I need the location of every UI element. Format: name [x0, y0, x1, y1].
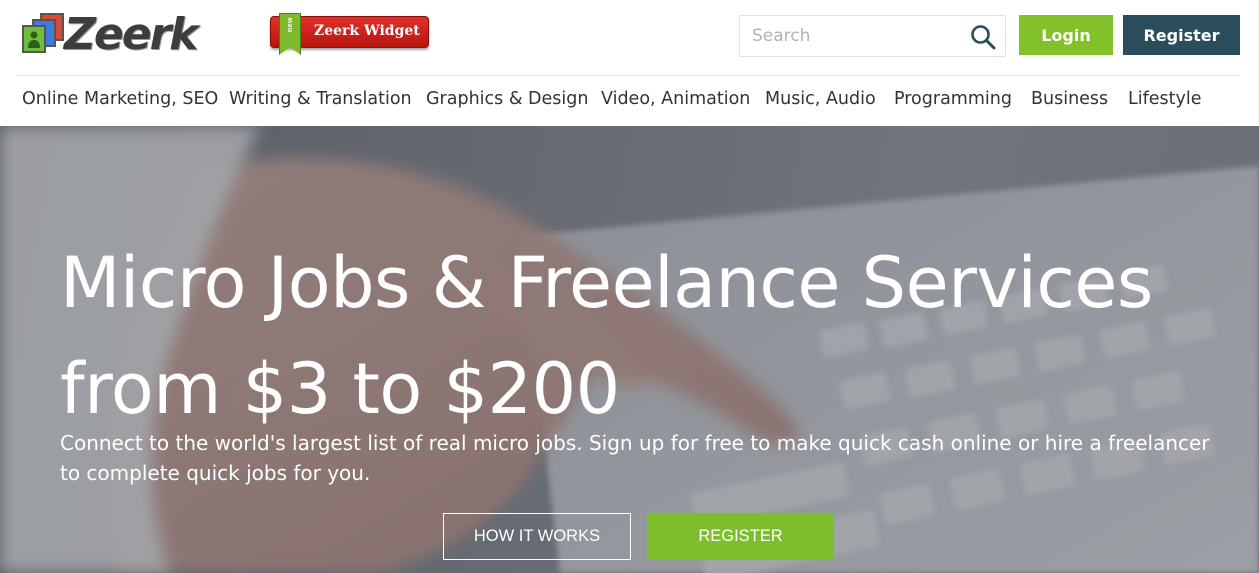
widget-label: Zeerk Widget — [314, 23, 420, 39]
new-ribbon-icon: new — [279, 13, 301, 55]
search-icon[interactable] — [970, 24, 996, 50]
nav-item-music-audio[interactable]: Music, Audio — [765, 89, 876, 109]
logo-text: Zeerk — [64, 9, 199, 60]
nav-item-online-marketing-seo[interactable]: Online Marketing, SEO — [22, 89, 218, 109]
search-box — [739, 15, 1006, 57]
zeerk-widget-badge[interactable]: new Zeerk Widget — [270, 13, 429, 55]
nav-item-programming[interactable]: Programming — [894, 89, 1012, 109]
search-input[interactable] — [740, 16, 960, 56]
nav-item-graphics-design[interactable]: Graphics & Design — [426, 89, 588, 109]
nav-item-video-animation[interactable]: Video, Animation — [601, 89, 750, 109]
hero-subtitle: Connect to the world's largest list of r… — [60, 431, 1210, 485]
hero-title: Micro Jobs & Freelance Services from $3 … — [60, 230, 1240, 442]
zeerk-logo[interactable]: Zeerk — [22, 10, 218, 60]
hero-title-line2: from $3 to $200 — [60, 348, 620, 430]
zeerk-logo-icon — [22, 13, 64, 57]
site-header: Zeerk new Zeerk Widget Login Register — [0, 0, 1259, 76]
nav-item-business[interactable]: Business — [1031, 89, 1108, 109]
how-it-works-button[interactable]: HOW IT WORKS — [443, 513, 631, 560]
nav-item-writing-translation[interactable]: Writing & Translation — [229, 89, 412, 109]
hero-title-line1: Micro Jobs & Freelance Services — [60, 242, 1153, 324]
nav-item-lifestyle[interactable]: Lifestyle — [1128, 89, 1202, 109]
category-nav: Online Marketing, SEO Writing & Translat… — [0, 76, 1259, 126]
ribbon-text: new — [286, 17, 294, 33]
hero-register-button[interactable]: REGISTER — [647, 513, 834, 560]
hero-banner: Micro Jobs & Freelance Services from $3 … — [0, 126, 1259, 573]
register-button[interactable]: Register — [1123, 15, 1240, 55]
login-button[interactable]: Login — [1019, 15, 1113, 55]
